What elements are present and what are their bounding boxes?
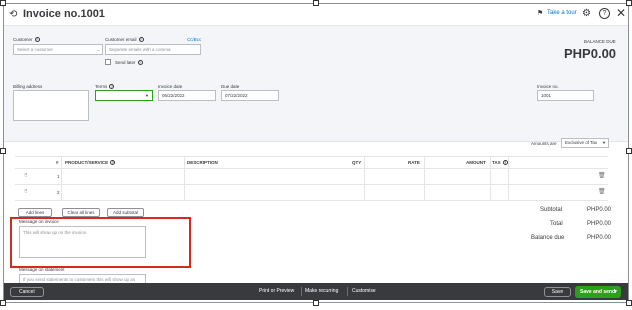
caret-down-icon: ▼ xyxy=(145,93,149,98)
info-icon: ? xyxy=(137,60,143,66)
customer-label: Customer? xyxy=(13,37,40,43)
info-icon: ? xyxy=(502,160,508,166)
balance-due-total-value: PHP0.00 xyxy=(587,235,612,241)
message-statement-label: Message on statement xyxy=(19,267,65,272)
caret-down-icon[interactable]: ▼ xyxy=(613,286,618,298)
save-and-send-label: Save and send xyxy=(580,289,616,295)
invoice-header: ⟲ Invoice no.1001 ⚑ Take a tour ⚙ ? ✕ xyxy=(4,4,628,26)
email-field[interactable]: Separate emails with a comma xyxy=(105,44,201,55)
resize-handle-bm[interactable] xyxy=(313,300,319,306)
invoice-no-value: 1001 xyxy=(541,93,552,98)
resize-handle-mr[interactable] xyxy=(626,148,632,154)
amounts-are-select[interactable]: Exclusive of Tax ▼ xyxy=(561,138,609,148)
highlight-box xyxy=(10,217,191,268)
resize-handle-tm[interactable] xyxy=(313,0,319,6)
drag-handle-icon[interactable]: ⠿ xyxy=(24,173,28,179)
row-number: 2 xyxy=(57,190,60,195)
history-icon[interactable]: ⟲ xyxy=(9,9,17,20)
send-later-label: Send later? xyxy=(115,60,143,66)
gear-icon[interactable]: ⚙ xyxy=(582,8,591,19)
save-and-send-button[interactable]: Save and send ▼ xyxy=(575,286,621,298)
trash-icon[interactable]: 🗑 xyxy=(598,172,606,179)
resize-handle-tr[interactable] xyxy=(626,0,632,6)
terms-label: Terms? xyxy=(95,84,115,90)
clear-lines-button[interactable]: Clear all lines xyxy=(62,208,100,217)
info-icon: ? xyxy=(110,160,116,166)
print-preview-button[interactable]: Print or Preview xyxy=(259,288,294,294)
customer-placeholder: Select a customer xyxy=(17,47,54,52)
invoice-date-value: 06/22/2022 xyxy=(162,93,185,98)
trash-icon[interactable]: 🗑 xyxy=(598,188,606,195)
billing-address-field[interactable] xyxy=(13,90,89,121)
col-num: # xyxy=(56,160,59,165)
total-label: Total xyxy=(550,221,563,227)
help-icon[interactable]: ? xyxy=(599,8,610,19)
total-value: PHP0.00 xyxy=(587,221,612,227)
balance-due-total-label: Balance due xyxy=(531,235,565,241)
caret-down-icon: ▼ xyxy=(602,140,606,145)
subtotal-label: Subtotal xyxy=(540,207,563,213)
invoice-no-field[interactable]: 1001 xyxy=(537,90,594,101)
invoice-no-label: Invoice no. xyxy=(537,84,559,89)
invoice-window: ⟲ Invoice no.1001 ⚑ Take a tour ⚙ ? ✕ Cu… xyxy=(3,3,629,303)
tour-icon: ⚑ xyxy=(537,10,544,17)
col-tax: TAX? xyxy=(492,160,508,166)
due-date-field[interactable]: 07/22/2022 xyxy=(221,90,279,101)
col-qty: QTY xyxy=(352,160,362,165)
close-icon[interactable]: ✕ xyxy=(616,6,626,20)
terms-select[interactable]: ▼ xyxy=(95,90,153,101)
add-lines-button[interactable]: Add lines xyxy=(18,208,52,217)
info-icon: ? xyxy=(109,84,115,90)
invoice-date-label: Invoice date xyxy=(158,84,183,89)
billing-address-label: Billing address xyxy=(13,84,43,89)
make-recurring-button[interactable]: Make recurring xyxy=(305,288,338,294)
message-statement-placeholder: If you send statements to customers this… xyxy=(23,277,136,282)
amounts-are-label: Amounts are xyxy=(531,141,557,146)
take-tour-link[interactable]: Take a tour xyxy=(547,10,577,16)
col-description: DESCRIPTION xyxy=(187,160,218,165)
info-icon: ? xyxy=(34,37,40,43)
email-label: Customer email? xyxy=(105,37,144,43)
chevron-down-icon: ⌄ xyxy=(96,47,100,52)
resize-handle-bl[interactable] xyxy=(0,300,6,306)
due-date-label: Due date xyxy=(221,84,240,89)
resize-handle-tl[interactable] xyxy=(0,0,6,6)
cancel-button[interactable]: Cancel xyxy=(10,287,44,297)
page-title: Invoice no.1001 xyxy=(23,8,105,20)
due-date-value: 07/22/2022 xyxy=(225,93,248,98)
balance-due-amount: PHP0.00 xyxy=(564,46,617,61)
customer-select[interactable]: Select a customer ⌄ xyxy=(13,44,103,55)
balance-due-label: BALANCE DUE xyxy=(584,39,616,44)
send-later-checkbox[interactable] xyxy=(105,59,111,65)
invoice-date-field[interactable]: 06/22/2022 xyxy=(158,90,216,101)
save-button[interactable]: Save xyxy=(544,287,571,297)
col-amount: AMOUNT xyxy=(466,160,486,165)
email-placeholder: Separate emails with a comma xyxy=(109,47,171,52)
customise-button[interactable]: Customise xyxy=(352,288,376,294)
cc-bcc-link[interactable]: Cc/Bcc xyxy=(187,37,201,42)
resize-handle-ml[interactable] xyxy=(0,148,6,154)
invoice-details: Customer? Select a customer ⌄ Customer e… xyxy=(4,26,628,142)
info-icon: ? xyxy=(138,37,144,43)
footer-bar: Cancel Print or Preview Make recurring C… xyxy=(4,283,628,300)
amounts-are-value: Exclusive of Tax xyxy=(565,140,598,145)
subtotal-value: PHP0.00 xyxy=(587,207,612,213)
col-rate: RATE xyxy=(408,160,420,165)
drag-handle-icon[interactable]: ⠿ xyxy=(24,189,28,195)
resize-handle-br[interactable] xyxy=(626,300,632,306)
add-subtotal-button[interactable]: Add subtotal xyxy=(107,208,144,217)
col-product: PRODUCT/SERVICE? xyxy=(65,160,116,166)
row-number: 1 xyxy=(57,174,60,179)
